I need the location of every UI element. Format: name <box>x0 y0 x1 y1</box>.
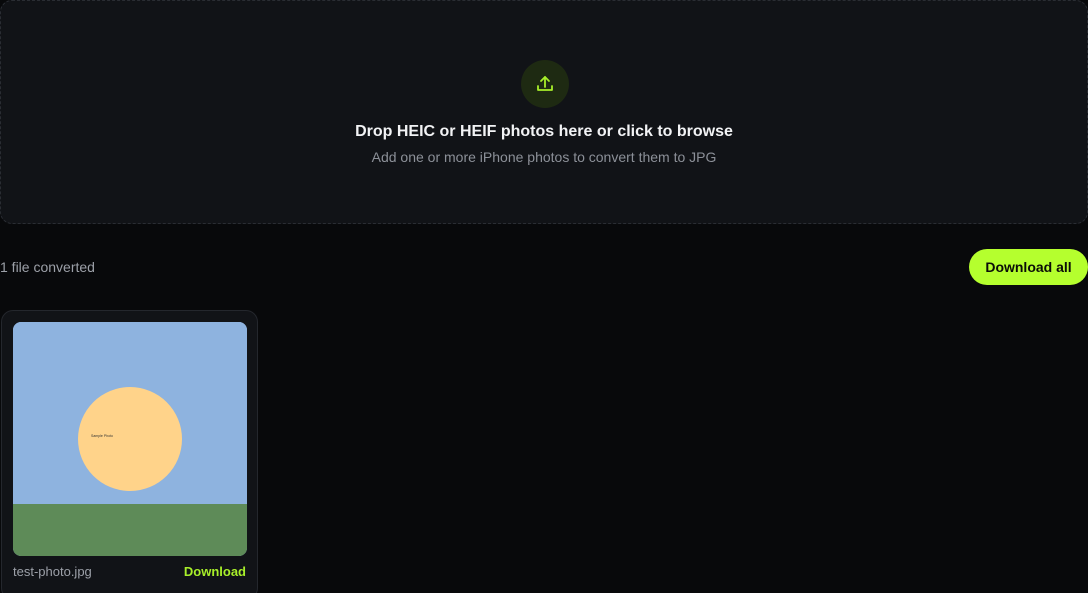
thumbnail-caption: Sample Photo <box>91 434 113 438</box>
upload-icon <box>521 60 569 108</box>
file-card: Sample Photo test-photo.jpg Download <box>1 310 258 593</box>
file-download-link[interactable]: Download <box>184 564 246 580</box>
file-name: test-photo.jpg <box>13 564 92 579</box>
converted-count: 1 file converted <box>0 259 95 275</box>
download-all-button[interactable]: Download all <box>969 249 1088 285</box>
dropzone-title: Drop HEIC or HEIF photos here or click t… <box>355 123 733 140</box>
file-dropzone[interactable]: Drop HEIC or HEIF photos here or click t… <box>0 0 1088 224</box>
dropzone-subtitle: Add one or more iPhone photos to convert… <box>371 149 717 165</box>
page: Drop HEIC or HEIF photos here or click t… <box>0 0 1088 593</box>
photo-thumbnail[interactable]: Sample Photo <box>13 322 247 556</box>
thumbnail-grass <box>13 504 247 556</box>
thumbnail-sun <box>78 387 182 491</box>
